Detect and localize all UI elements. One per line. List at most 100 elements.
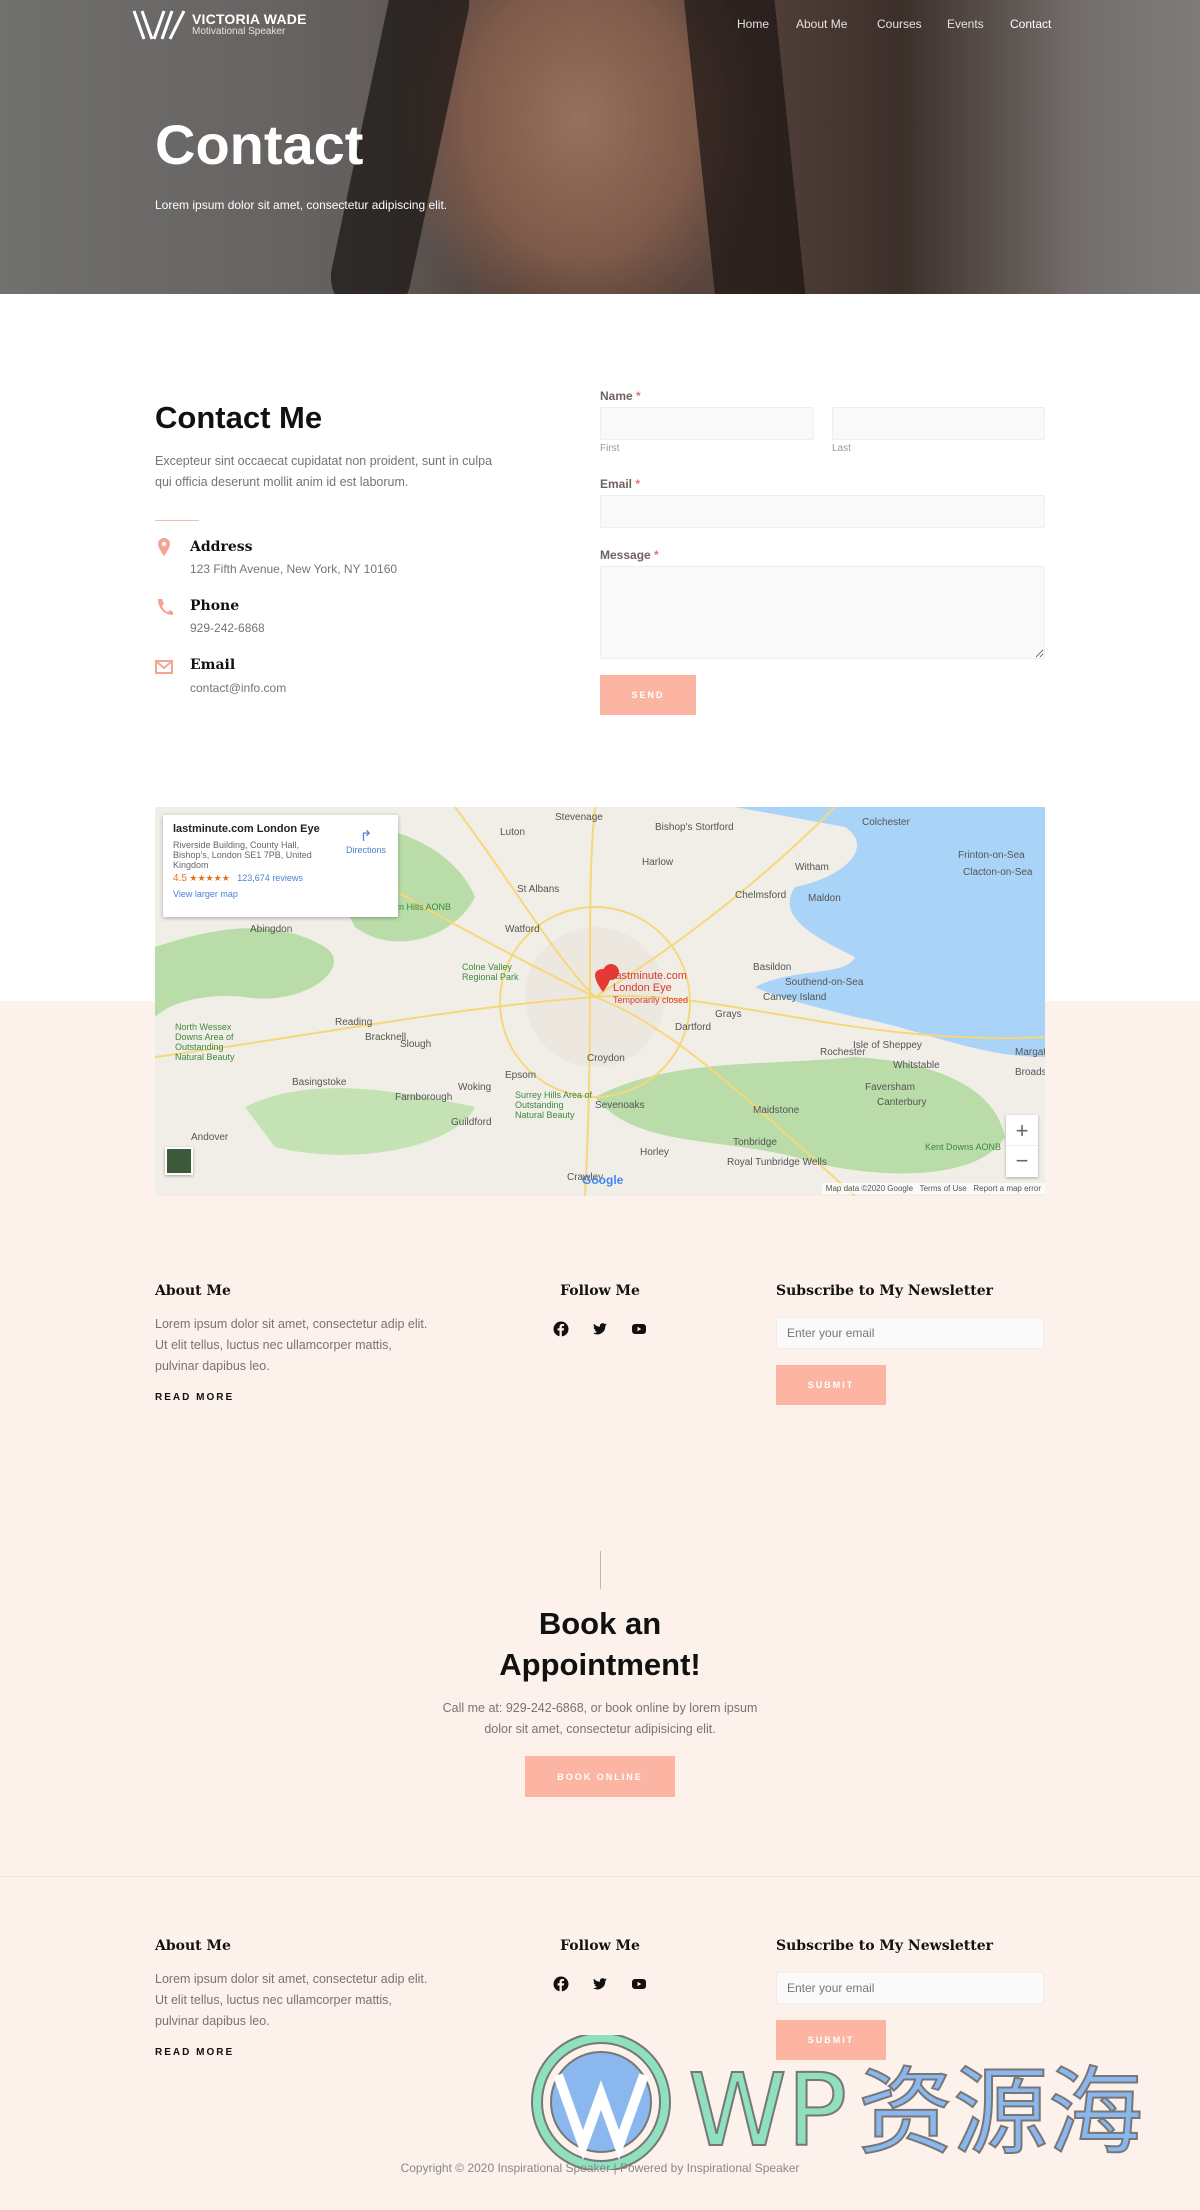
newsletter-title: Subscribe to My Newsletter xyxy=(776,1283,994,1299)
map-label: Colchester xyxy=(862,817,910,828)
contact-heading: Contact Me xyxy=(155,400,323,435)
map-label: St Albans xyxy=(517,884,560,895)
send-button[interactable]: Send xyxy=(600,675,696,715)
name-label: Name * xyxy=(600,389,641,403)
map-label: Maldon xyxy=(808,893,841,904)
contact-intro: Excepteur sint occaecat cupidatat non pr… xyxy=(155,451,492,493)
marker-status: Temporarily closed xyxy=(613,995,689,1005)
nav-courses[interactable]: Courses xyxy=(877,17,922,31)
map-label: Tonbridge xyxy=(733,1137,777,1148)
nav-events[interactable]: Events xyxy=(947,17,984,31)
star-rating-icon: ★★★★★ xyxy=(189,873,230,883)
nav-contact[interactable]: Contact xyxy=(1010,17,1051,31)
report-link[interactable]: Report a map error xyxy=(973,1184,1041,1193)
map-green-area xyxy=(155,928,334,1017)
address-value: 123 Fifth Avenue, New York, NY 10160 xyxy=(190,562,398,576)
map-label: Canterbury xyxy=(877,1097,927,1108)
reviews-link[interactable]: 123,674 reviews xyxy=(237,873,303,883)
read-more-link[interactable]: Read More xyxy=(155,2047,234,2058)
map-info-card: lastminute.com London Eye Riverside Buil… xyxy=(163,815,398,917)
zoom-out-button[interactable]: − xyxy=(1006,1146,1038,1177)
marker-name: lastminute.com xyxy=(613,970,687,982)
map-label: Reading xyxy=(335,1017,373,1028)
twitter-icon[interactable] xyxy=(592,1976,608,1992)
email-label: Email * xyxy=(600,477,641,491)
svg-text:WP: WP xyxy=(688,2052,847,2169)
last-name-input[interactable] xyxy=(832,407,1045,440)
facebook-icon[interactable] xyxy=(553,1976,569,1992)
map-label: Dartford xyxy=(675,1022,712,1033)
facebook-icon[interactable] xyxy=(553,1321,569,1337)
attribution: Map data ©2020 Google xyxy=(825,1184,914,1193)
email-value[interactable]: contact@info.com xyxy=(190,681,286,695)
phone-icon xyxy=(158,599,173,615)
book-online-button[interactable]: Book Online xyxy=(525,1756,675,1797)
phone-value[interactable]: 929-242-6868 xyxy=(190,621,265,635)
map-label: Epsom xyxy=(505,1070,537,1081)
directions-button[interactable]: ↱ Directions xyxy=(346,827,386,855)
address-title: Address xyxy=(190,539,253,555)
map-label: Whitstable xyxy=(893,1060,940,1071)
email-input[interactable] xyxy=(600,495,1045,528)
booking-title-line2: Appointment! xyxy=(499,1647,701,1682)
map-label: Sevenoaks xyxy=(595,1100,645,1111)
svg-text:资源海: 资源海 xyxy=(858,2058,1143,2168)
google-map[interactable]: Stevenage Luton Colchester Harlow St Albans C… xyxy=(155,807,1045,1196)
section-divider xyxy=(0,1876,1200,1877)
satellite-toggle[interactable] xyxy=(165,1147,193,1175)
copyright: Copyright © 2020 Inspirational Speaker |… xyxy=(400,2161,800,2175)
directions-label: Directions xyxy=(345,845,386,855)
map-label: Harlow xyxy=(642,857,674,868)
nav-home[interactable]: Home xyxy=(737,17,769,31)
map-label: Royal Tunbridge Wells xyxy=(727,1157,827,1168)
map-label: Broadstairs xyxy=(1015,1067,1045,1078)
map-label: North Wessex Downs Area of Outstanding N… xyxy=(175,1022,235,1062)
divider xyxy=(155,520,199,521)
logo-name[interactable]: VICTORIA WADE xyxy=(192,11,307,27)
map-label: Croydon xyxy=(587,1053,625,1064)
place-rating: 4.5 xyxy=(173,873,187,884)
newsletter-email-input[interactable]: Enter your email xyxy=(776,1317,1044,1349)
email-title: Email xyxy=(190,657,236,673)
marker-label[interactable]: lastminute.com London Eye Temporarily cl… xyxy=(613,970,688,1006)
youtube-icon[interactable] xyxy=(631,1976,647,1992)
map-label: Frinton-on-Sea xyxy=(958,850,1025,861)
zoom-in-button[interactable]: + xyxy=(1006,1115,1038,1146)
intro-line: qui officia deserunt mollit anim id est … xyxy=(155,475,409,489)
map-label: Stevenage xyxy=(555,812,603,823)
logo-icon[interactable] xyxy=(132,9,186,41)
about-title: About Me xyxy=(155,1283,231,1299)
map-label: Watford xyxy=(505,924,540,935)
twitter-icon[interactable] xyxy=(592,1321,608,1337)
first-sublabel: First xyxy=(600,443,620,454)
directions-icon: ↱ xyxy=(359,828,373,845)
envelope-icon xyxy=(155,660,173,674)
intro-line: Excepteur sint occaecat cupidatat non pr… xyxy=(155,454,493,468)
terms-link[interactable]: Terms of Use xyxy=(920,1184,967,1193)
map-label: Isle of Sheppey xyxy=(853,1040,922,1051)
map-label: Basingstoke xyxy=(292,1077,347,1088)
map-label: Chelmsford xyxy=(735,890,787,901)
read-more-link[interactable]: Read More xyxy=(155,1392,234,1403)
map-label: Basildon xyxy=(753,962,792,973)
message-label: Message * xyxy=(600,548,659,562)
nav-about-me[interactable]: About Me xyxy=(796,17,847,31)
map-pin-icon xyxy=(158,538,170,556)
google-logo: Google xyxy=(582,1173,624,1187)
newsletter-email-input[interactable]: Enter your email xyxy=(776,1972,1044,2004)
first-name-input[interactable] xyxy=(600,407,814,440)
follow-title: Follow Me xyxy=(560,1938,640,1954)
youtube-icon[interactable] xyxy=(631,1321,647,1337)
message-textarea[interactable] xyxy=(600,566,1045,659)
view-larger-map-link[interactable]: View larger map xyxy=(173,889,388,899)
map-label: Margate xyxy=(1015,1047,1045,1058)
submit-button[interactable]: Submit xyxy=(776,1365,886,1405)
page-title: Contact xyxy=(155,113,364,176)
about-text: Lorem ipsum dolor sit amet, consectetur … xyxy=(155,1317,428,1373)
logo-tagline: Motivational Speaker xyxy=(192,26,286,37)
map-label: Witham xyxy=(795,862,829,873)
about-text: Lorem ipsum dolor sit amet, consectetur … xyxy=(155,1972,428,2028)
map-label: Surrey Hills Area of Outstanding Natural… xyxy=(515,1090,593,1120)
map-sea xyxy=(735,807,1045,1057)
watermark-logo: WP 资源海 xyxy=(531,2035,1144,2170)
